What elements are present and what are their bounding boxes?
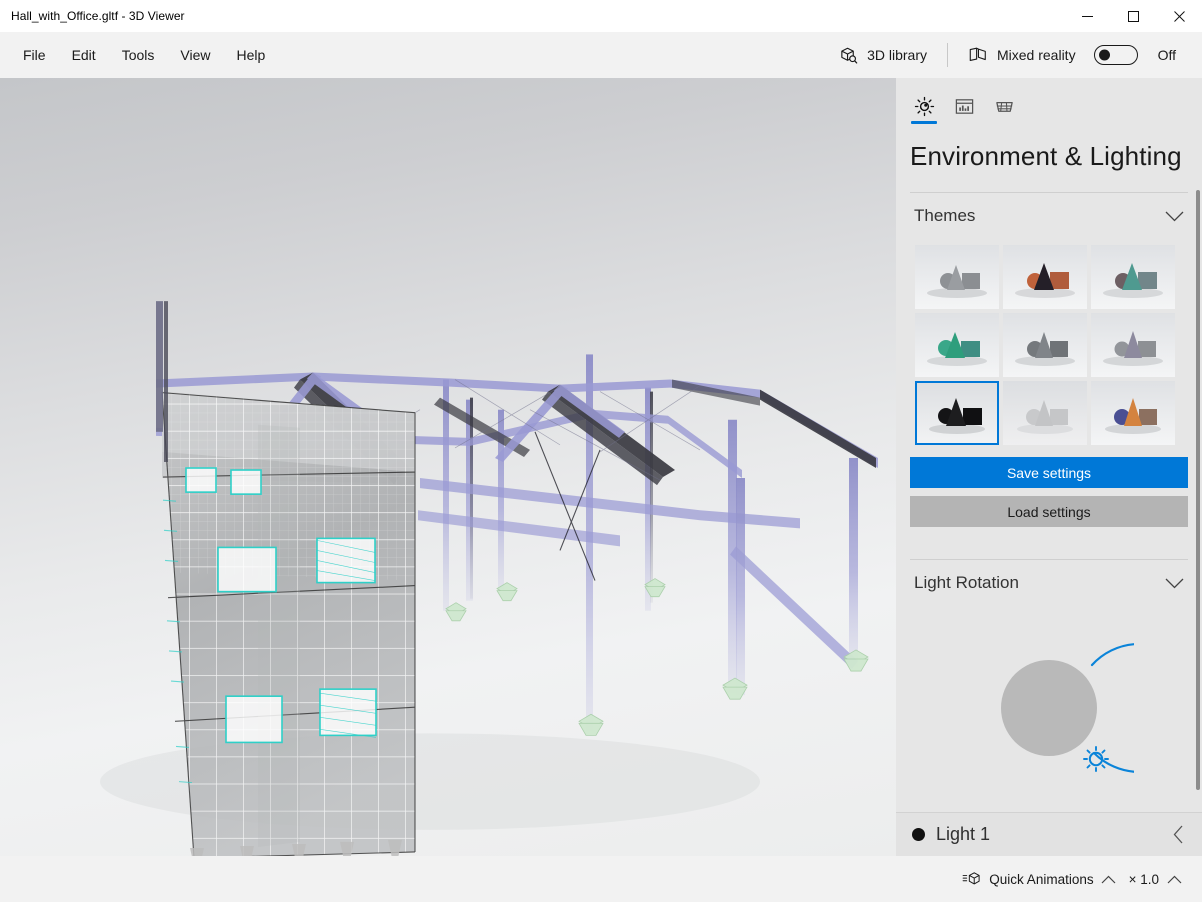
app-window: Hall_with_Office.gltf - 3D Viewer File E… xyxy=(0,0,1202,902)
animation-cube-icon xyxy=(962,872,980,885)
menu-help[interactable]: Help xyxy=(223,41,278,69)
tab-grid[interactable] xyxy=(984,88,1024,124)
save-settings-button[interactable]: Save settings xyxy=(910,457,1188,488)
animation-speed-control[interactable]: × 1.0 xyxy=(1123,866,1188,893)
theme-thumb-3[interactable] xyxy=(915,313,999,377)
menu-file[interactable]: File xyxy=(10,41,59,69)
tab-environment-lighting[interactable] xyxy=(904,88,944,124)
theme-thumb-7[interactable] xyxy=(1003,381,1087,445)
light-1-row[interactable]: Light 1 xyxy=(896,812,1202,856)
active-tab-indicator xyxy=(911,121,937,124)
menu-bar: File Edit Tools View Help 3D library Mix… xyxy=(0,32,1202,78)
themes-label: Themes xyxy=(914,206,976,225)
animation-speed-value: × 1.0 xyxy=(1128,871,1159,887)
panel-tabs xyxy=(896,78,1202,124)
toolbar-right: 3D library Mixed reality Off xyxy=(829,32,1202,78)
panel-title: Environment & Lighting xyxy=(910,141,1182,171)
mixed-reality-state: Off xyxy=(1157,47,1176,63)
theme-thumb-2[interactable] xyxy=(1091,245,1175,309)
chevron-down-icon[interactable] xyxy=(1165,211,1184,222)
quick-animations-label: Quick Animations xyxy=(989,871,1094,887)
panel-scrollbar[interactable] xyxy=(1196,190,1200,790)
status-bar: Quick Animations × 1.0 xyxy=(0,856,1202,902)
maximize-button[interactable] xyxy=(1110,0,1156,32)
3d-viewport[interactable] xyxy=(0,78,896,856)
minimize-button[interactable] xyxy=(1064,0,1110,32)
window-controls xyxy=(1064,0,1202,32)
main-area: Environment & Lighting Themes Save setti… xyxy=(0,78,1202,856)
filled-circle-icon xyxy=(912,828,925,841)
chevron-left-icon[interactable] xyxy=(1173,825,1184,844)
toggle-knob xyxy=(1098,49,1110,61)
menu-edit[interactable]: Edit xyxy=(59,41,109,69)
cube-search-icon xyxy=(841,47,858,64)
mixed-reality-icon xyxy=(969,47,986,61)
3d-library-button[interactable]: 3D library xyxy=(829,39,937,72)
theme-thumb-4[interactable] xyxy=(1003,313,1087,377)
theme-thumb-5[interactable] xyxy=(1091,313,1175,377)
right-panel: Environment & Lighting Themes Save setti… xyxy=(896,78,1202,856)
theme-thumb-6[interactable] xyxy=(915,381,999,445)
close-icon xyxy=(1173,10,1185,22)
3d-library-label: 3D library xyxy=(867,47,927,63)
sun-icon xyxy=(914,96,934,116)
title-bar: Hall_with_Office.gltf - 3D Viewer xyxy=(0,0,1202,32)
grid-icon xyxy=(995,101,1013,112)
toolbar-divider xyxy=(946,43,948,67)
theme-thumb-8[interactable] xyxy=(1091,381,1175,445)
menu-view[interactable]: View xyxy=(167,41,223,69)
sun-handle-icon[interactable] xyxy=(1083,746,1109,772)
chevron-up-icon[interactable] xyxy=(1101,875,1116,884)
theme-thumb-1[interactable] xyxy=(1003,245,1087,309)
settings-buttons: Save settings Load settings xyxy=(896,445,1202,527)
close-button[interactable] xyxy=(1156,0,1202,32)
menu-tools[interactable]: Tools xyxy=(109,41,168,69)
chevron-down-icon[interactable] xyxy=(1165,578,1184,589)
mixed-reality-control[interactable]: Mixed reality Off xyxy=(958,38,1186,72)
quick-animations-control[interactable]: Quick Animations xyxy=(955,865,1122,893)
tab-statistics[interactable] xyxy=(944,88,984,124)
office-wall xyxy=(161,391,416,856)
panel-scroll-area: Environment & Lighting Themes Save setti… xyxy=(896,78,1202,812)
chevron-up-icon[interactable] xyxy=(1167,875,1182,884)
theme-grid xyxy=(896,239,1202,445)
themes-section-header[interactable]: Themes xyxy=(896,193,1202,239)
light-rotation-section-header[interactable]: Light Rotation xyxy=(896,560,1202,606)
3d-model-render xyxy=(100,301,878,856)
light-rotation-dial-wrap xyxy=(896,606,1202,793)
minimize-icon xyxy=(1081,15,1093,17)
light-rotation-dial[interactable] xyxy=(964,623,1134,793)
maximize-icon xyxy=(1127,10,1139,22)
light-1-label: Light 1 xyxy=(936,824,991,844)
window-title: Hall_with_Office.gltf - 3D Viewer xyxy=(11,9,185,23)
statistics-icon xyxy=(955,98,973,114)
theme-thumb-0[interactable] xyxy=(915,245,999,309)
mixed-reality-toggle[interactable] xyxy=(1093,45,1138,65)
dial-knob[interactable] xyxy=(1001,660,1097,756)
mixed-reality-label: Mixed reality xyxy=(996,47,1076,63)
load-settings-button[interactable]: Load settings xyxy=(910,496,1188,527)
light-rotation-label: Light Rotation xyxy=(914,573,1019,592)
